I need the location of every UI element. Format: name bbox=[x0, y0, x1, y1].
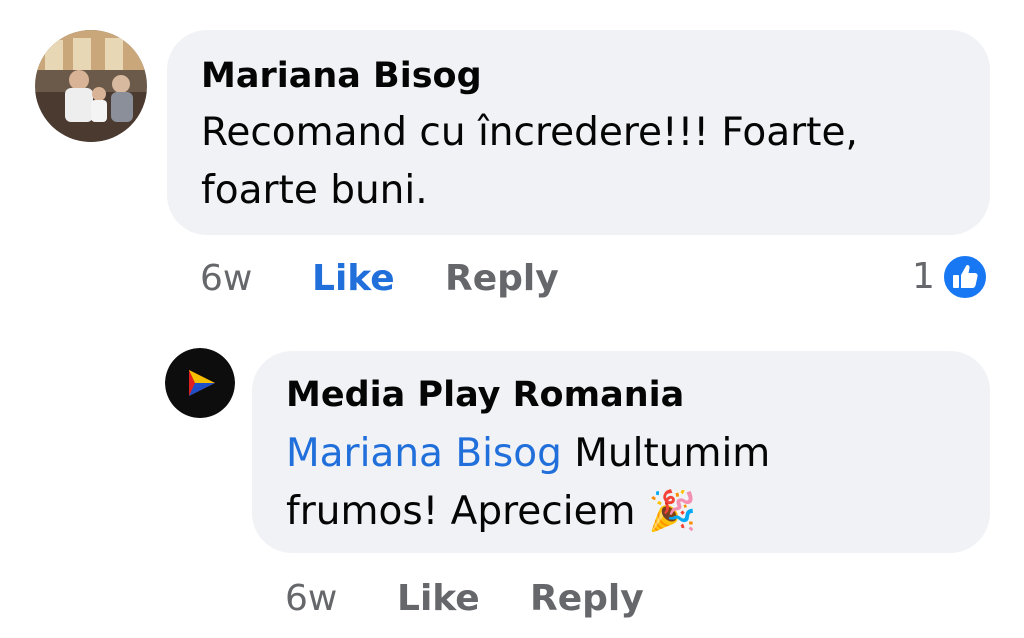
profile-photo bbox=[35, 30, 147, 142]
comment-author[interactable]: Mariana Bisog bbox=[201, 56, 482, 96]
page-avatar[interactable] bbox=[165, 348, 235, 418]
comment-reply-button[interactable]: Reply bbox=[445, 258, 559, 299]
like-reaction-icon bbox=[942, 254, 988, 300]
reply-like-button[interactable]: Like bbox=[397, 578, 480, 619]
reaction-summary[interactable]: 1 bbox=[900, 252, 992, 302]
comment-bubble: Mariana Bisog Recomand cu încredere!!! F… bbox=[167, 30, 990, 235]
commenter-avatar[interactable] bbox=[35, 30, 147, 142]
party-popper-icon: 🎉 bbox=[647, 489, 697, 534]
comment-text-line-2: foarte buni. bbox=[201, 168, 428, 213]
media-play-logo bbox=[165, 348, 235, 418]
comment-text: Recomand cu încredere!!! Foarte, foarte … bbox=[201, 104, 858, 220]
reply-text-line-2: frumos! Apreciem 🎉 bbox=[286, 483, 770, 541]
reply-bubble: Media Play Romania Mariana Bisog Multumi… bbox=[252, 351, 990, 553]
reply-author[interactable]: Media Play Romania bbox=[286, 375, 684, 415]
reply-text-line-1-rest: Multumim bbox=[561, 431, 771, 476]
comment-actions: 6w Like Reply bbox=[200, 258, 990, 308]
comment-text-line-1: Recomand cu încredere!!! Foarte, bbox=[201, 110, 858, 155]
reply-timestamp[interactable]: 6w bbox=[285, 578, 337, 619]
mention-link[interactable]: Mariana Bisog bbox=[286, 431, 562, 476]
reaction-count: 1 bbox=[912, 256, 935, 297]
reply-text-line-1: Mariana Bisog Multumim bbox=[286, 425, 770, 483]
reply-text: Mariana Bisog Multumim frumos! Apreciem … bbox=[286, 425, 770, 541]
comment-like-button[interactable]: Like bbox=[312, 258, 395, 299]
reply-text-line-2-words: frumos! Apreciem bbox=[286, 489, 636, 534]
comment-timestamp[interactable]: 6w bbox=[200, 258, 252, 299]
reply-reply-button[interactable]: Reply bbox=[530, 578, 644, 619]
reply-actions: 6w Like Reply bbox=[285, 578, 985, 628]
